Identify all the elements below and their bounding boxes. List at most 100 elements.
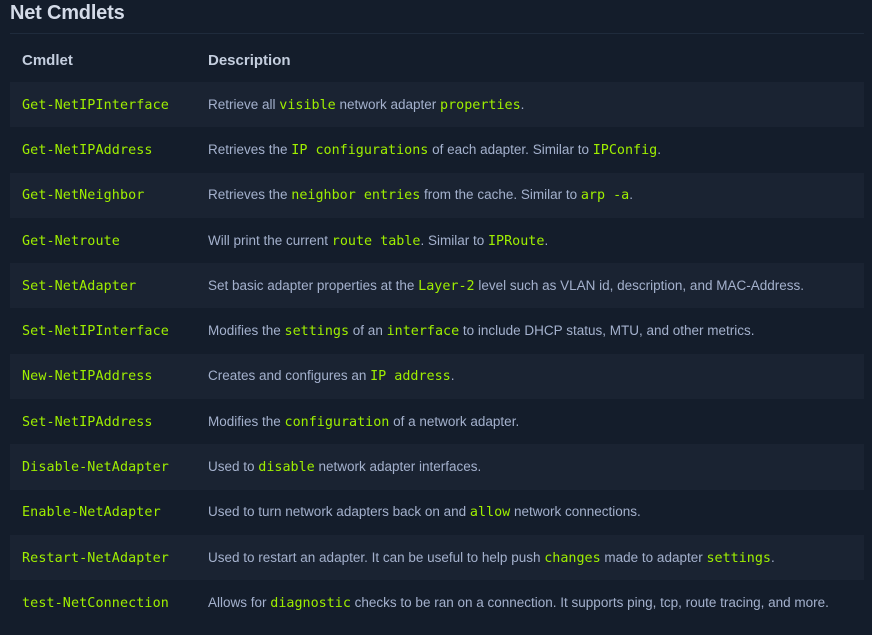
description-text: network adapter interfaces.	[314, 459, 482, 475]
description-cell: Used to turn network adapters back on an…	[196, 489, 864, 535]
description-text: Used to turn network adapters back on an…	[208, 504, 470, 520]
cmdlet-cell: Set-NetIPAddress	[10, 399, 196, 445]
inline-code: IP configurations	[291, 142, 429, 158]
description-text: of a network adapter.	[389, 413, 520, 429]
cmdlet-name: Set-NetIPInterface	[22, 324, 169, 340]
description-cell: Used to disable network adapter interfac…	[196, 444, 864, 490]
description-cell: Will print the current route table. Simi…	[196, 217, 864, 264]
inline-code: allow	[469, 505, 511, 521]
table-body: Get-NetIPInterface Retrieve all visible n…	[10, 82, 864, 626]
description-cell: Modifies the configuration of a network …	[196, 399, 864, 445]
inline-code: disable	[258, 460, 315, 476]
inline-code: properties	[440, 97, 521, 113]
cmdlet-cell: Set-NetIPInterface	[10, 308, 196, 354]
description-text: made to adapter	[600, 549, 707, 565]
inline-code: IP address	[370, 369, 451, 385]
table-row: Set-NetIPInterface Modifies the settings …	[10, 308, 864, 354]
column-header-description: Description	[208, 51, 291, 69]
description-text: Set basic adapter properties at the	[208, 277, 419, 293]
cmdlet-cell: New-NetIPAddress	[10, 353, 196, 400]
inline-code: IPRoute	[488, 233, 545, 249]
description-cell: Retrieve all visible network adapter pro…	[196, 82, 864, 128]
cmdlet-name: Enable-NetAdapter	[22, 505, 161, 521]
table-row: Set-NetAdapter Set basic adapter properti…	[10, 263, 864, 309]
description-text: Used to restart an adapter. It can be us…	[208, 549, 545, 565]
page-title: Net Cmdlets	[10, 2, 125, 24]
description-cell: Retrieves the IP configurations of each …	[196, 127, 864, 173]
inline-code: changes	[544, 550, 601, 566]
cmdlet-cell: Enable-NetAdapter	[10, 489, 196, 535]
cmdlet-name: Get-NetNeighbor	[22, 188, 145, 204]
description-text: to include DHCP status, MTU, and other m…	[459, 323, 755, 339]
description-text: Used to	[208, 459, 259, 475]
inline-code: route table	[331, 233, 421, 249]
inline-code: diagnostic	[270, 595, 351, 611]
description-cell: Modifies the settings of an interface to…	[196, 308, 864, 354]
description-text: . Similar to	[420, 232, 488, 248]
description-text: network adapter	[335, 96, 441, 112]
table-row: Restart-NetAdapter Used to restart an ada…	[10, 534, 864, 581]
description-cell: Creates and configures an IP address.	[196, 353, 864, 400]
description-text: of an	[349, 323, 387, 339]
cmdlet-name: Get-NetIPAddress	[22, 142, 153, 158]
cmdlet-cell: Get-NetIPInterface	[10, 82, 196, 128]
description-text: .	[657, 141, 661, 157]
table-row: Disable-NetAdapter Used to disable networ…	[10, 444, 864, 490]
cmdlet-name: Set-NetAdapter	[22, 278, 137, 294]
column-header-cmdlet: Cmdlet	[22, 51, 73, 69]
table-row: Set-NetIPAddress Modifies the configurati…	[10, 399, 864, 445]
table-row: Get-NetIPAddress Retrieves the IP configu…	[10, 127, 864, 173]
description-cell: Set basic adapter properties at the Laye…	[196, 263, 864, 309]
inline-code: settings	[706, 550, 771, 566]
description-text: .	[520, 96, 525, 112]
inline-code: settings	[284, 324, 350, 340]
inline-code: IPConfig	[592, 142, 658, 158]
inline-code: interface	[386, 324, 460, 340]
table-row: Get-NetIPInterface Retrieve all visible n…	[10, 82, 864, 128]
description-text: level such as VLAN id, description, and …	[474, 277, 804, 293]
description-text: Retrieves the	[208, 141, 292, 157]
description-text: Creates and configures an	[208, 368, 371, 384]
description-cell: Allows for diagnostic checks to be ran o…	[196, 580, 864, 626]
table-row: Get-NetNeighbor Retrieves the neighbor en…	[10, 172, 864, 218]
description-cell: Retrieves the neighbor entries from the …	[196, 172, 864, 218]
cmdlet-name: Get-NetIPInterface	[22, 97, 169, 113]
cmdlet-cell: Set-NetAdapter	[10, 263, 196, 309]
cmdlet-name: Disable-NetAdapter	[22, 460, 169, 476]
description-text: .	[544, 232, 549, 248]
description-text: .	[770, 549, 775, 565]
description-text: checks to be ran on a connection. It sup…	[350, 594, 829, 610]
cmdlet-cell: Restart-NetAdapter	[10, 534, 196, 581]
cmdlet-name: test-NetConnection	[22, 595, 169, 611]
description-text: .	[450, 368, 455, 384]
table-row: New-NetIPAddress Creates and configures a…	[10, 353, 864, 400]
cmdlet-cell: Disable-NetAdapter	[10, 444, 196, 490]
description-cell: Used to restart an adapter. It can be us…	[196, 534, 864, 581]
description-text: Retrieves the	[208, 187, 292, 203]
description-text: Retrieve all	[208, 96, 280, 112]
cmdlet-name: Set-NetIPAddress	[22, 414, 153, 430]
cmdlet-cell: Get-Netroute	[10, 217, 196, 264]
inline-code: visible	[279, 97, 336, 113]
table-row: Get-Netroute Will print the current route…	[10, 217, 864, 264]
inline-code: Layer-2	[418, 278, 475, 294]
description-text: Will print the current	[208, 232, 332, 248]
description-text: Modifies the	[208, 323, 285, 339]
inline-code: arp -a	[580, 188, 630, 204]
description-text: from the cache. Similar to	[420, 187, 581, 203]
table-header-row: Cmdlet Description	[10, 38, 864, 82]
cmdlet-name: Restart-NetAdapter	[22, 550, 169, 566]
description-text: Allows for	[208, 594, 271, 610]
table-row: Enable-NetAdapter Used to turn network ad…	[10, 489, 864, 535]
cmdlet-name: Get-Netroute	[22, 233, 120, 249]
description-text: network connections.	[510, 504, 641, 520]
description-text: Modifies the	[208, 413, 285, 429]
description-text: of each adapter. Similar to	[428, 141, 593, 157]
cmdlet-name: New-NetIPAddress	[22, 369, 153, 385]
cmdlet-cell: Get-NetNeighbor	[10, 172, 196, 218]
cmdlet-cell: Get-NetIPAddress	[10, 127, 196, 173]
cmdlet-table: Cmdlet Description Get-NetIPInterface Ret…	[10, 38, 864, 626]
inline-code: configuration	[284, 414, 390, 430]
cmdlet-cell: test-NetConnection	[10, 580, 196, 626]
description-text: .	[629, 187, 633, 203]
